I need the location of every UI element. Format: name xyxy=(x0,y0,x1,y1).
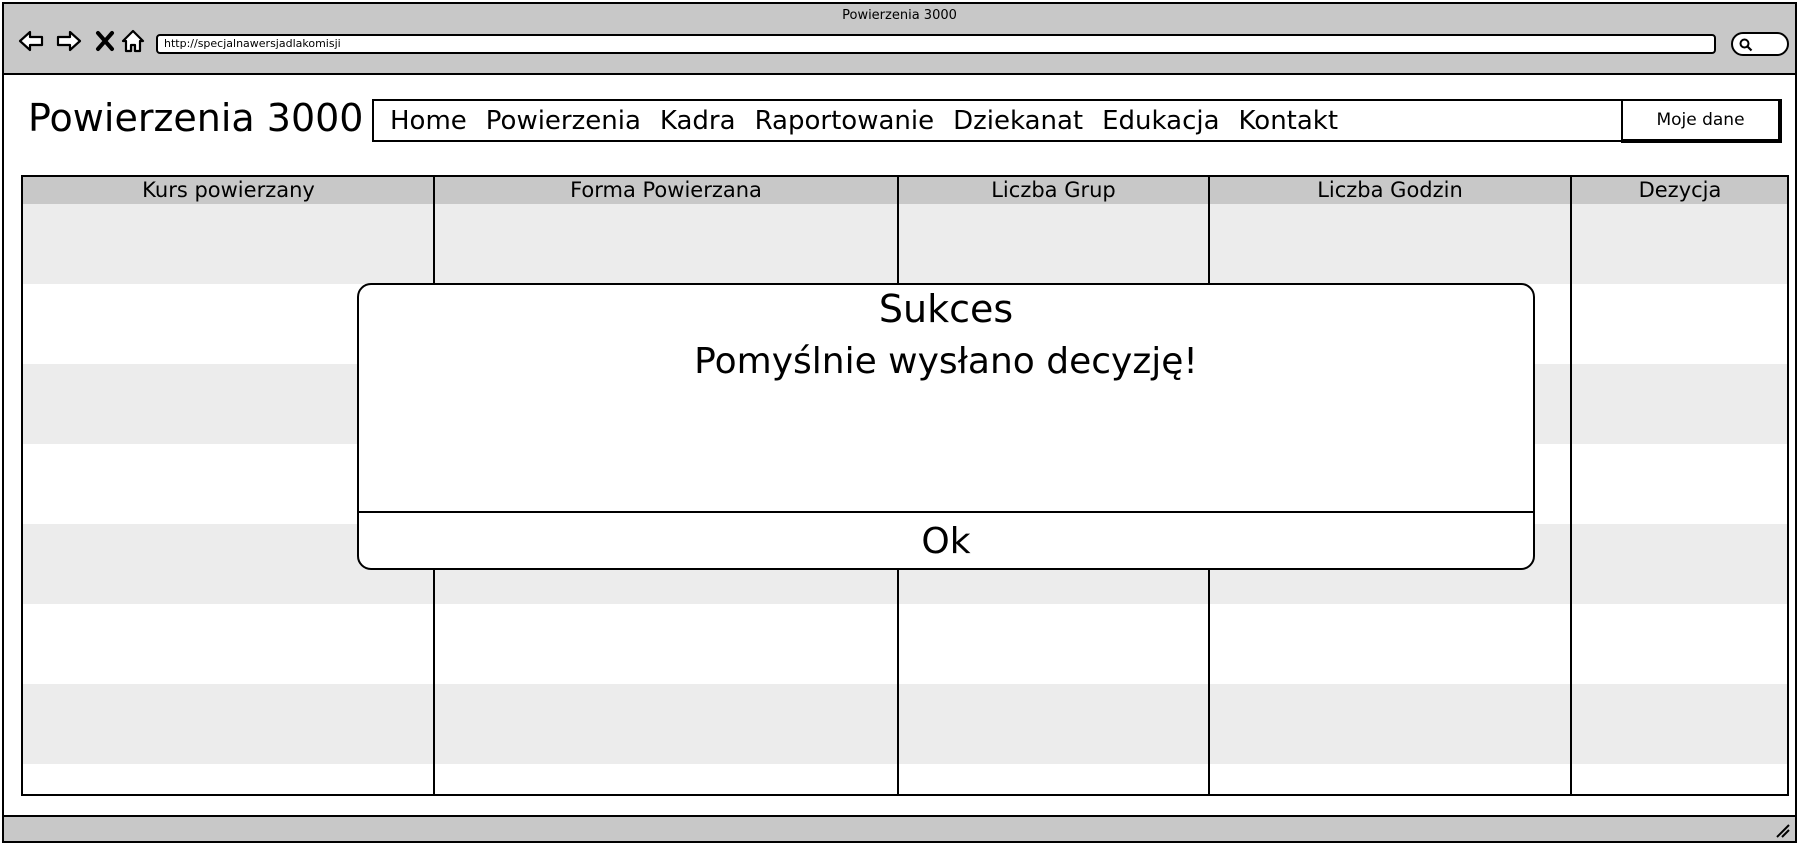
column-header-kurs[interactable]: Kurs powierzany xyxy=(23,177,434,204)
dialog-title: Sukces xyxy=(878,287,1014,331)
resize-grip-icon[interactable] xyxy=(1773,821,1791,839)
menu-item-kontakt[interactable]: Kontakt xyxy=(1239,106,1339,136)
column-header-decyzja[interactable]: Dezycja xyxy=(1571,177,1787,204)
success-dialog: Sukces Pomyślnie wysłano decyzję! Ok xyxy=(357,283,1535,570)
menu-item-kadra[interactable]: Kadra xyxy=(660,106,736,136)
close-x-icon[interactable] xyxy=(90,26,120,56)
home-icon[interactable] xyxy=(118,26,148,56)
column-header-grupy[interactable]: Liczba Grup xyxy=(898,177,1209,204)
browser-search-field[interactable] xyxy=(1731,32,1789,56)
browser-window: Powierzenia 3000 http://specjalnawersjad… xyxy=(2,2,1797,843)
table-row[interactable] xyxy=(23,604,1787,684)
back-arrow-icon[interactable] xyxy=(16,26,46,56)
dialog-message: Pomyślnie wysłano decyzję! xyxy=(694,341,1198,382)
window-title: Powierzenia 3000 xyxy=(842,8,957,23)
ok-button[interactable]: Ok xyxy=(359,513,1533,568)
column-divider xyxy=(1570,177,1572,794)
main-menu: Home Powierzenia Kadra Raportowanie Dzie… xyxy=(372,99,1782,142)
menu-item-home[interactable]: Home xyxy=(390,106,467,136)
column-header-godziny[interactable]: Liczba Godzin xyxy=(1209,177,1571,204)
table-row[interactable] xyxy=(23,684,1787,764)
app-brand: Powierzenia 3000 xyxy=(28,96,364,140)
browser-titlebar: Powierzenia 3000 http://specjalnawersjad… xyxy=(4,4,1795,75)
address-bar[interactable]: http://specjalnawersjadlakomisji xyxy=(156,34,1716,54)
search-icon xyxy=(1739,38,1753,52)
table-row[interactable] xyxy=(23,204,1787,284)
menu-item-raportowanie[interactable]: Raportowanie xyxy=(755,106,935,136)
column-header-forma[interactable]: Forma Powierzana xyxy=(434,177,898,204)
forward-arrow-icon[interactable] xyxy=(54,26,84,56)
menu-item-edukacja[interactable]: Edukacja xyxy=(1102,106,1219,136)
browser-statusbar xyxy=(4,815,1795,841)
menu-item-powierzenia[interactable]: Powierzenia xyxy=(486,106,641,136)
menu-item-dziekanat[interactable]: Dziekanat xyxy=(953,106,1083,136)
my-data-button[interactable]: Moje dane xyxy=(1621,99,1782,143)
